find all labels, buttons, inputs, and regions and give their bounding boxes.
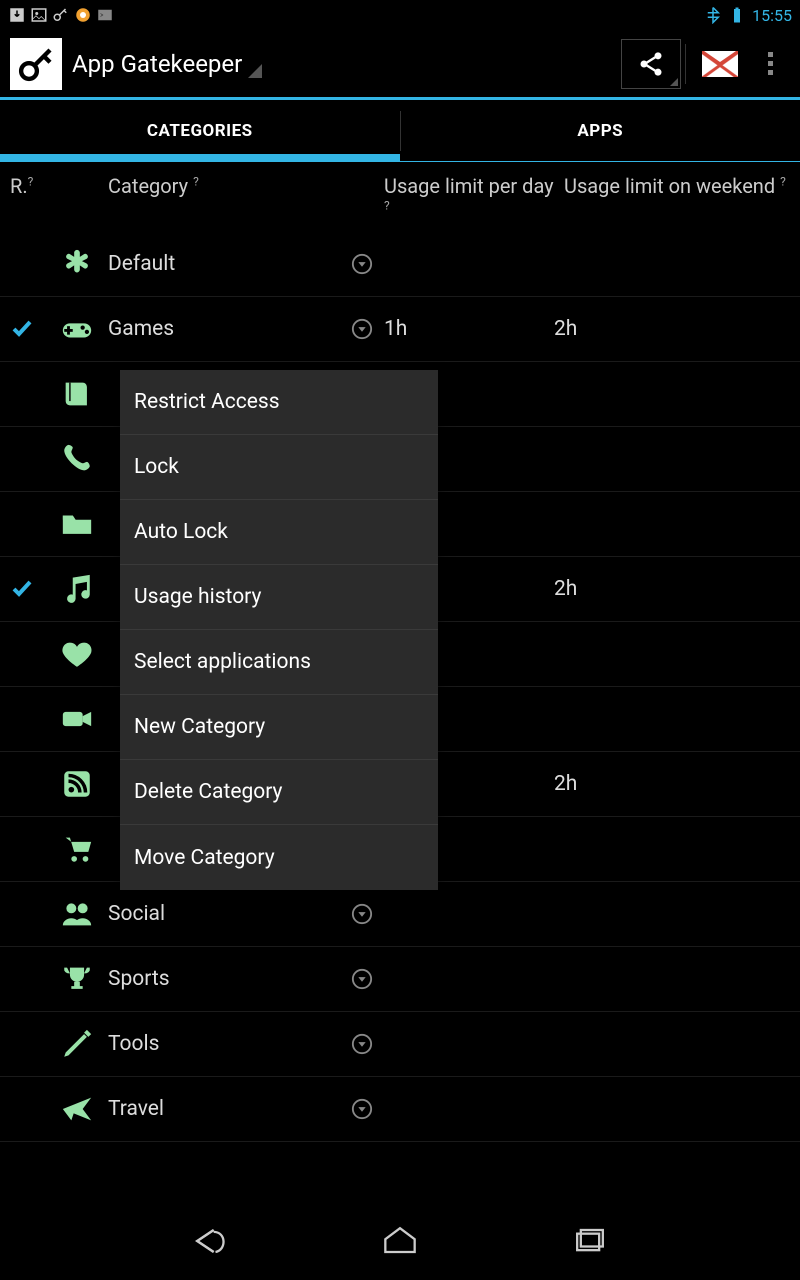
status-left bbox=[8, 6, 114, 24]
back-button[interactable] bbox=[185, 1221, 235, 1261]
phone-icon bbox=[54, 442, 100, 476]
app-icon[interactable] bbox=[10, 38, 62, 90]
restricted-check[interactable] bbox=[10, 317, 54, 341]
dropdown-button[interactable] bbox=[340, 253, 384, 275]
dropdown-button[interactable] bbox=[340, 903, 384, 925]
heart-icon bbox=[54, 637, 100, 671]
tab-label: CATEGORIES bbox=[147, 121, 253, 141]
image-icon bbox=[30, 6, 48, 24]
pencil-icon bbox=[54, 1027, 100, 1061]
folder-icon bbox=[54, 507, 100, 541]
category-label: Games bbox=[100, 317, 340, 341]
dropdown-button[interactable] bbox=[340, 1098, 384, 1120]
dropdown-button[interactable] bbox=[340, 968, 384, 990]
context-menu-item[interactable]: Usage history bbox=[120, 565, 438, 630]
weekend-limit: 2h bbox=[554, 317, 790, 341]
tab-categories[interactable]: CATEGORIES bbox=[0, 100, 400, 161]
category-row[interactable]: Tools bbox=[0, 1012, 800, 1077]
header-weekend-limit[interactable]: Usage limit on weekend ? bbox=[564, 174, 790, 198]
status-bar: 15:55 bbox=[0, 0, 800, 30]
key-icon bbox=[52, 6, 70, 24]
separator bbox=[685, 44, 686, 84]
weekend-limit: 2h bbox=[554, 577, 790, 601]
context-menu-item[interactable]: Delete Category bbox=[120, 760, 438, 825]
gmail-button[interactable] bbox=[690, 39, 750, 89]
header-category[interactable]: Category ? bbox=[54, 174, 384, 198]
dropdown-button[interactable] bbox=[340, 1033, 384, 1055]
category-row[interactable]: Travel bbox=[0, 1077, 800, 1142]
column-headers: R.? Category ? Usage limit per day ? Usa… bbox=[0, 162, 800, 232]
battery-icon bbox=[728, 6, 746, 24]
trophy-icon bbox=[54, 962, 100, 996]
music-icon bbox=[54, 572, 100, 606]
overflow-dots-icon bbox=[758, 52, 782, 75]
video-icon bbox=[54, 702, 100, 736]
context-menu-item[interactable]: Restrict Access bbox=[120, 370, 438, 435]
overflow-menu-button[interactable] bbox=[750, 39, 790, 89]
cart-icon bbox=[54, 832, 100, 866]
gamepad-icon bbox=[54, 312, 100, 346]
context-menu-item[interactable]: Move Category bbox=[120, 825, 438, 890]
home-button[interactable] bbox=[375, 1221, 425, 1261]
spinner-triangle-icon bbox=[670, 78, 678, 86]
category-label: Default bbox=[100, 252, 340, 276]
book-icon bbox=[54, 377, 100, 411]
circle-icon bbox=[74, 6, 92, 24]
tab-bar: CATEGORIES APPS bbox=[0, 100, 800, 162]
people-icon bbox=[54, 897, 100, 931]
rss-icon bbox=[54, 767, 100, 801]
clock-text: 15:55 bbox=[752, 6, 792, 25]
category-label: Social bbox=[100, 902, 340, 926]
category-row[interactable]: Games 1h 2h bbox=[0, 297, 800, 362]
context-menu-item[interactable]: Select applications bbox=[120, 630, 438, 695]
category-label: Tools bbox=[100, 1032, 340, 1056]
tab-apps[interactable]: APPS bbox=[401, 100, 800, 161]
nav-bar bbox=[0, 1202, 800, 1280]
context-menu-item[interactable]: New Category bbox=[120, 695, 438, 760]
plane-icon bbox=[54, 1092, 100, 1126]
category-row[interactable]: Sports bbox=[0, 947, 800, 1012]
app-title: App Gatekeeper bbox=[72, 50, 242, 78]
category-label: Sports bbox=[100, 967, 340, 991]
weekend-limit: 2h bbox=[554, 772, 790, 796]
gmail-icon bbox=[702, 51, 738, 77]
status-right: 15:55 bbox=[704, 6, 792, 25]
category-label: Travel bbox=[100, 1097, 340, 1121]
context-menu-item[interactable]: Lock bbox=[120, 435, 438, 500]
action-bar: App Gatekeeper bbox=[0, 30, 800, 100]
day-limit: 1h bbox=[384, 317, 554, 341]
category-row[interactable]: Social bbox=[0, 882, 800, 947]
restricted-check[interactable] bbox=[10, 577, 54, 601]
terminal-icon bbox=[96, 6, 114, 24]
recents-button[interactable] bbox=[565, 1221, 615, 1261]
header-day-limit[interactable]: Usage limit per day ? bbox=[384, 174, 564, 222]
asterisk-icon bbox=[54, 247, 100, 281]
dropdown-button[interactable] bbox=[340, 318, 384, 340]
context-menu: Restrict AccessLockAuto LockUsage histor… bbox=[120, 370, 438, 890]
tab-label: APPS bbox=[577, 121, 623, 141]
category-row[interactable]: Default bbox=[0, 232, 800, 297]
header-restricted[interactable]: R.? bbox=[10, 174, 54, 198]
context-menu-item[interactable]: Auto Lock bbox=[120, 500, 438, 565]
share-button[interactable] bbox=[621, 39, 681, 89]
bluetooth-icon bbox=[704, 6, 722, 24]
app-title-dropdown[interactable]: App Gatekeeper bbox=[72, 50, 262, 78]
spinner-triangle-icon bbox=[248, 64, 262, 78]
download-icon bbox=[8, 6, 26, 24]
